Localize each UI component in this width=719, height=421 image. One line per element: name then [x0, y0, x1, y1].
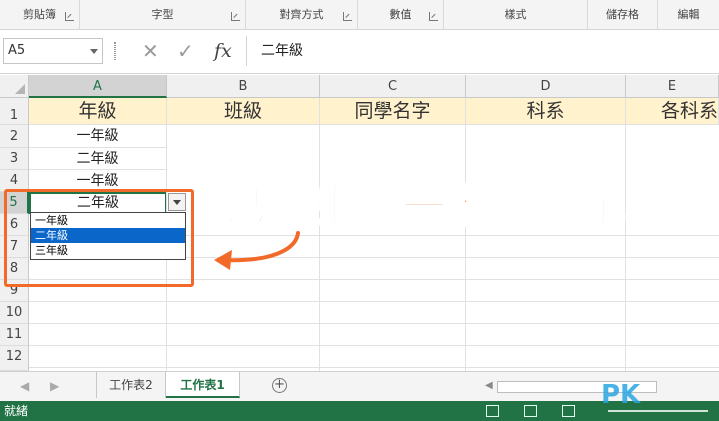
header-cell-class[interactable]: 班級 [167, 98, 320, 125]
scroll-tabs-right-icon[interactable]: ▶ [50, 379, 59, 393]
column-header-a[interactable]: A [29, 75, 167, 98]
status-text: 就緒 [4, 404, 29, 418]
dialog-launcher-icon[interactable] [429, 12, 438, 21]
add-sheet-icon[interactable]: + [272, 378, 287, 393]
header-cell-grade[interactable]: 年級 [29, 98, 167, 125]
name-box-value: A5 [8, 43, 26, 58]
grid-col-line [465, 125, 466, 371]
header-cell-student-name[interactable]: 同學名字 [320, 98, 466, 125]
header-cell-department[interactable]: 科系 [466, 98, 626, 125]
ribbon-group-label: 剪貼簿 [23, 8, 56, 21]
ribbon-group-label: 編輯 [677, 8, 700, 21]
row-header-10[interactable]: 10 [0, 302, 29, 324]
formula-bar-divider [114, 42, 116, 60]
tab-sheet2[interactable]: 工作表2 [96, 372, 166, 398]
formula-input[interactable]: 二年級 [246, 36, 719, 66]
dialog-launcher-icon[interactable] [343, 12, 352, 21]
tab-sheet1[interactable]: 工作表1 [166, 372, 240, 398]
horizontal-scrollbar[interactable]: ◀ [483, 380, 713, 394]
row-header-1[interactable]: 1 [0, 98, 29, 125]
column-header-b[interactable]: B [167, 75, 320, 98]
formula-bar: A5 ✕ ✓ fx 二年級 [0, 30, 719, 74]
normal-view-icon[interactable] [486, 405, 499, 417]
enter-check-icon[interactable]: ✓ [177, 40, 194, 62]
highlight-box [4, 189, 194, 287]
ribbon-group-bar: 剪貼簿 字型 對齊方式 數值 樣式 儲存格 編輯 [0, 0, 719, 30]
scroll-left-icon[interactable]: ◀ [485, 380, 493, 391]
ribbon-group-number[interactable]: 數值 [358, 0, 444, 30]
row-header-12[interactable]: 12 [0, 346, 29, 371]
cancel-icon[interactable]: ✕ [142, 40, 159, 62]
ribbon-group-styles[interactable]: 樣式 [444, 0, 588, 30]
ribbon-group-label: 字型 [151, 8, 174, 21]
ribbon-group-label: 樣式 [504, 8, 527, 21]
ribbon-group-font[interactable]: 字型 [80, 0, 246, 30]
column-header-e[interactable]: E [626, 75, 719, 98]
ribbon-group-editing[interactable]: 編輯 [658, 0, 719, 30]
grid-col-line [625, 125, 626, 371]
zoom-slider[interactable] [608, 410, 708, 412]
scroll-tabs-left-icon[interactable]: ◀ [20, 379, 29, 393]
chevron-down-icon[interactable] [90, 49, 98, 54]
annotation-arrow-icon [214, 231, 300, 270]
page-break-preview-icon[interactable] [562, 405, 575, 417]
row-header-3[interactable]: 3 [0, 148, 29, 170]
watermark-logo: PK [601, 380, 641, 410]
grid-col-line [319, 125, 320, 371]
header-cell-each-department[interactable]: 各科系 [626, 98, 719, 125]
ribbon-group-cells[interactable]: 儲存格 [588, 0, 658, 30]
name-box[interactable]: A5 [3, 38, 103, 64]
ribbon-group-label: 數值 [389, 8, 412, 21]
dialog-launcher-icon[interactable] [65, 12, 74, 21]
cell-a3[interactable]: 二年級 [29, 148, 167, 170]
select-all-button[interactable] [0, 75, 29, 98]
page-layout-view-icon[interactable] [524, 405, 537, 417]
row-header-11[interactable]: 11 [0, 324, 29, 346]
dialog-launcher-icon[interactable] [231, 12, 240, 21]
cell-a2[interactable]: 一年級 [29, 125, 167, 148]
row-header-2[interactable]: 2 [0, 125, 29, 148]
column-header-d[interactable]: D [466, 75, 626, 98]
ribbon-group-label: 對齊方式 [279, 8, 324, 21]
column-header-c[interactable]: C [320, 75, 466, 98]
annotation-text: 已產生第一階層選單 [221, 180, 627, 233]
insert-function-icon[interactable]: fx [214, 40, 232, 62]
ribbon-group-label: 儲存格 [606, 8, 639, 21]
ribbon-group-clipboard[interactable]: 剪貼簿 [0, 0, 80, 30]
ribbon-group-alignment[interactable]: 對齊方式 [246, 0, 358, 30]
